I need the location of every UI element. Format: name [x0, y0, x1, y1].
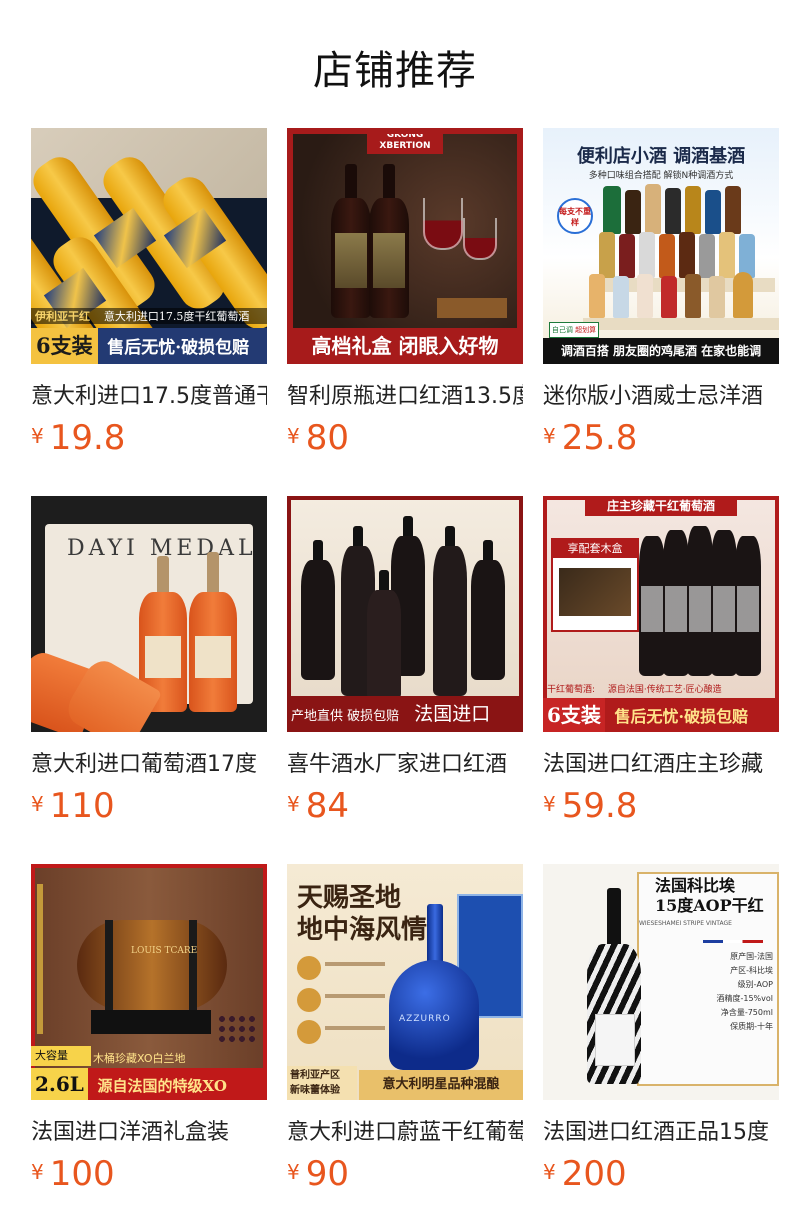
image-bottle-text: AZZURRO	[399, 1014, 451, 1024]
product-name[interactable]: 意大利进口蔚蓝干红葡萄酒	[287, 1114, 523, 1146]
product-name[interactable]: 意大利进口17.5度普通干红葡萄酒	[31, 378, 267, 410]
image-right-tag: 意大利明星品种混酿	[359, 1070, 523, 1100]
image-brand: 干红葡萄酒:	[547, 685, 596, 695]
image-slogan: 调酒百搭 朋友圈的鸡尾酒 在家也能调	[543, 338, 779, 364]
price-value: 25.8	[561, 418, 638, 458]
currency-symbol: ¥	[543, 424, 556, 448]
product-card[interactable]: 法国科比埃 15度AOP干红 WIESESHAMEI STRIPE VINTAG…	[543, 864, 779, 1232]
image-right-tag: 法国进口	[414, 703, 491, 725]
image-left-tag-line2: 新味蕾体验	[290, 1085, 340, 1096]
product-card[interactable]: 庄主珍藏干红葡萄酒 享配套木盒 干红葡萄酒: 源自法国·传统工艺·匠心酿造 6支…	[543, 496, 779, 864]
price-value: 110	[49, 786, 115, 826]
image-spec-line: 保质期-十年	[730, 1022, 773, 1031]
currency-symbol: ¥	[31, 424, 44, 448]
image-count-badge: 6支装	[31, 328, 98, 364]
product-image[interactable]: 产地直供 破损包赔 法国进口	[287, 496, 523, 732]
product-name[interactable]: 迷你版小酒威士忌洋酒	[543, 378, 779, 410]
currency-symbol: ¥	[287, 424, 300, 448]
product-price: ¥90	[287, 1154, 349, 1194]
image-title-line2: 15度AOP干红	[655, 896, 764, 915]
product-price: ¥80	[287, 418, 349, 458]
price-value: 84	[305, 786, 349, 826]
image-spec-line: 原产国-法国	[730, 952, 773, 961]
price-value: 59.8	[561, 786, 638, 826]
product-price: ¥200	[543, 1154, 627, 1194]
product-price: ¥110	[31, 786, 115, 826]
product-price: ¥84	[287, 786, 349, 826]
image-corner-note2: 超划算	[575, 326, 597, 334]
image-spec-line: 净含量-750ml	[720, 1008, 773, 1017]
product-image[interactable]: 伊利亚干红 意大利进口17.5度干红葡萄酒 6支装 售后无忧·破损包赔	[31, 128, 267, 364]
product-name[interactable]: 法国进口洋酒礼盒装	[31, 1114, 267, 1146]
price-value: 80	[305, 418, 349, 458]
image-subtitle: WIESESHAMEI STRIPE VINTAGE	[639, 920, 732, 927]
product-card[interactable]: DAYI MEDAL 意大利进口葡萄酒17度 ¥110	[31, 496, 267, 864]
image-title: 庄主珍藏干红葡萄酒	[585, 496, 737, 516]
price-value: 90	[305, 1154, 349, 1194]
image-brand-text: 伊利亚干红	[35, 310, 90, 323]
product-card[interactable]: 天赐圣地 地中海风情 AZZURRO 普利亚产区 新味蕾体验 意大利明星品种混酿…	[287, 864, 523, 1232]
image-title-line2: 地中海风情	[297, 915, 428, 945]
image-left-tag: 产地直供 破损包赔	[291, 709, 400, 724]
product-name[interactable]: 法国进口红酒庄主珍藏	[543, 746, 779, 778]
section-title: 店铺推荐	[313, 48, 477, 94]
image-box-tag: 享配套木盒	[553, 540, 637, 558]
image-slogan: 源自法国的特级XO	[97, 1077, 227, 1095]
product-card[interactable]: 伊利亚干红 意大利进口17.5度干红葡萄酒 6支装 售后无忧·破损包赔 意大利进…	[31, 128, 267, 496]
image-barrel-text: LOUIS TCARE	[131, 946, 198, 956]
product-image[interactable]: 天赐圣地 地中海风情 AZZURRO 普利亚产区 新味蕾体验 意大利明星品种混酿	[287, 864, 523, 1100]
product-image[interactable]: 庄主珍藏干红葡萄酒 享配套木盒 干红葡萄酒: 源自法国·传统工艺·匠心酿造 6支…	[543, 496, 779, 732]
product-name[interactable]: 喜牛酒水厂家进口红酒	[287, 746, 523, 778]
price-value: 100	[49, 1154, 115, 1194]
product-card[interactable]: 便利店小酒 调酒基酒 多种口味组合搭配 解锁N种调酒方式 每支不重样 自己调 超…	[543, 128, 779, 496]
currency-symbol: ¥	[31, 1160, 44, 1184]
price-value: 200	[561, 1154, 627, 1194]
product-price: ¥59.8	[543, 786, 637, 826]
image-title-line1: 法国科比埃	[655, 876, 736, 895]
product-name[interactable]: 意大利进口葡萄酒17度	[31, 746, 267, 778]
image-spec-line: 酒精度-15%vol	[716, 994, 773, 1003]
image-title: 便利店小酒 调酒基酒	[576, 146, 746, 167]
image-capacity: 2.6L	[31, 1068, 88, 1100]
product-card[interactable]: 产地直供 破损包赔 法国进口 喜牛酒水厂家进口红酒 ¥84	[287, 496, 523, 864]
image-corner-note: 自己调	[551, 326, 573, 334]
product-image[interactable]: 便利店小酒 调酒基酒 多种口味组合搭配 解锁N种调酒方式 每支不重样 自己调 超…	[543, 128, 779, 364]
image-top-text: 木桶珍藏XO白兰地	[93, 1052, 186, 1065]
currency-symbol: ¥	[543, 792, 556, 816]
product-card[interactable]: LOUIS TCARE 大容量 木桶珍藏XO白兰地 2.6L 源自法国的特级XO…	[31, 864, 267, 1232]
image-top-text: 意大利进口17.5度干红葡萄酒	[103, 310, 250, 323]
product-image[interactable]: 法国科比埃 15度AOP干红 WIESESHAMEI STRIPE VINTAG…	[543, 864, 779, 1100]
product-image[interactable]: LOUIS TCARE 大容量 木桶珍藏XO白兰地 2.6L 源自法国的特级XO	[31, 864, 267, 1100]
product-card[interactable]: GKONG XBERTION 高档礼盒 闭眼入好物 智利原瓶进口红酒13.5度 …	[287, 128, 523, 496]
price-value: 19.8	[49, 418, 126, 458]
product-name[interactable]: 智利原瓶进口红酒13.5度	[287, 378, 523, 410]
image-badge: 每支不重样	[557, 198, 593, 234]
product-image[interactable]: GKONG XBERTION 高档礼盒 闭眼入好物	[287, 128, 523, 364]
image-spec-line: 产区-科比埃	[730, 966, 773, 975]
currency-symbol: ¥	[287, 1160, 300, 1184]
product-grid: 伊利亚干红 意大利进口17.5度干红葡萄酒 6支装 售后无忧·破损包赔 意大利进…	[31, 128, 779, 1232]
product-price: ¥100	[31, 1154, 115, 1194]
image-left-tag-line1: 普利亚产区	[290, 1070, 340, 1081]
section-header: 店铺推荐	[0, 0, 790, 128]
image-count-badge: 6支装	[543, 698, 605, 732]
image-title-line1: 天赐圣地	[297, 883, 402, 913]
image-spec-line: 级别-AOP	[737, 980, 773, 989]
image-subtitle: 多种口味组合搭配 解锁N种调酒方式	[588, 171, 734, 181]
currency-symbol: ¥	[543, 1160, 556, 1184]
image-origin: 源自法国·传统工艺·匠心酿造	[607, 685, 722, 695]
image-slogan: 售后无忧·破损包赔	[614, 707, 749, 726]
product-price: ¥25.8	[543, 418, 637, 458]
currency-symbol: ¥	[31, 792, 44, 816]
image-slogan: 售后无忧·破损包赔	[107, 338, 250, 358]
image-slogan: 高档礼盒 闭眼入好物	[287, 328, 523, 364]
product-price: ¥19.8	[31, 418, 125, 458]
product-image[interactable]: DAYI MEDAL	[31, 496, 267, 732]
currency-symbol: ¥	[287, 792, 300, 816]
product-name[interactable]: 法国进口红酒正品15度	[543, 1114, 779, 1146]
image-capacity-label: 大容量	[31, 1046, 91, 1066]
